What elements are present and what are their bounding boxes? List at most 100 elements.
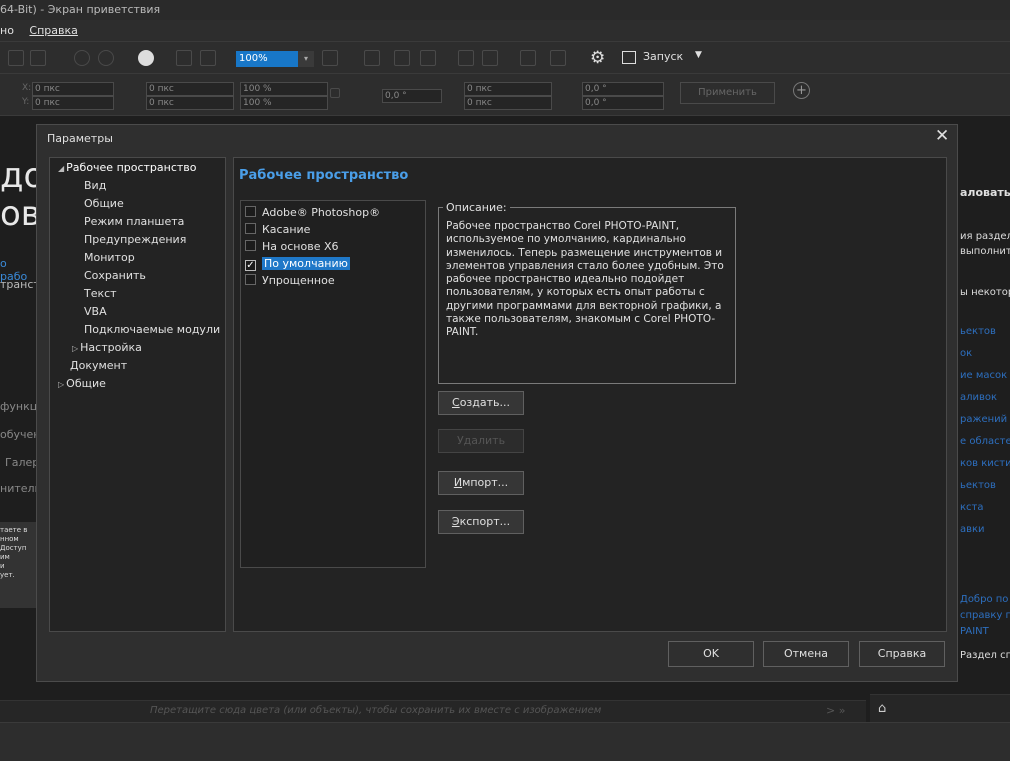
workspace-item-photoshop[interactable]: Adobe® Photoshop®	[245, 206, 380, 220]
cancel-button[interactable]: Отмена	[763, 641, 849, 667]
welcome-side-item[interactable]: функц	[0, 400, 36, 413]
chevron-down-icon[interactable]: ▼	[695, 50, 702, 60]
tree-item-save[interactable]: Сохранить	[84, 269, 146, 282]
rotation-a-input[interactable]: 0,0 °	[582, 82, 664, 96]
expand-triangle-icon[interactable]: ◢	[58, 164, 64, 173]
ok-button[interactable]: OK	[668, 641, 754, 667]
button-label: Удалить	[456, 434, 506, 447]
undo-icon[interactable]	[74, 50, 90, 66]
scale-height-input[interactable]: 100 %	[240, 96, 328, 110]
window-icon[interactable]	[550, 50, 566, 66]
apply-button[interactable]: Применить	[680, 82, 775, 104]
workspace-item-touch[interactable]: Касание	[245, 223, 310, 237]
info-line: и	[0, 562, 5, 570]
gear-icon[interactable]: ⚙	[590, 48, 605, 68]
tree-item-document[interactable]: Документ	[70, 359, 127, 372]
fit-page-icon[interactable]	[322, 50, 338, 66]
right-panel-link[interactable]: ьектов	[960, 480, 996, 491]
right-panel-link[interactable]: ков кисти	[960, 458, 1010, 469]
paste-new-icon[interactable]	[30, 50, 46, 66]
menu-item-help[interactable]: Справка	[29, 24, 77, 37]
menu-item-window[interactable]: но	[0, 24, 14, 37]
launch-button[interactable]: Запуск	[643, 50, 683, 63]
x-position-input[interactable]: 0 пкс	[32, 82, 114, 96]
scroll-right-icon[interactable]: > »	[826, 704, 845, 717]
zoom-level-input[interactable]: 100%	[236, 51, 298, 67]
right-status-area: ⌂	[870, 694, 1010, 722]
rotation-angle-input[interactable]: 0,0 °	[382, 89, 442, 103]
right-panel-link[interactable]: справку п	[960, 610, 1010, 621]
y-label: Y:	[22, 97, 30, 107]
width-input[interactable]: 0 пкс	[146, 82, 234, 96]
checkbox-checked[interactable]: ✓	[245, 260, 256, 271]
welcome-right-panel: аловать ия раздел выполнит ы некотор ьек…	[958, 116, 1010, 688]
import-icon[interactable]	[176, 50, 192, 66]
right-panel-link[interactable]: ьектов	[960, 326, 996, 337]
right-panel-link[interactable]: PAINT	[960, 626, 989, 637]
right-panel-link[interactable]: ие масок	[960, 370, 1007, 381]
checkbox[interactable]	[245, 240, 256, 251]
help-button[interactable]: Справка	[859, 641, 945, 667]
add-icon[interactable]: +	[793, 82, 810, 99]
tree-item-global[interactable]: ▷ Общие	[58, 377, 106, 390]
skew-x-input[interactable]: 0 пкс	[464, 82, 552, 96]
checkbox[interactable]	[245, 223, 256, 234]
export-button[interactable]: Экспорт...	[438, 510, 524, 534]
delete-button[interactable]: Удалить	[438, 429, 524, 453]
right-panel-link[interactable]: ок	[960, 348, 972, 359]
welcome-heading-1: доб	[0, 156, 36, 196]
tree-item-text[interactable]: Текст	[84, 287, 117, 300]
workspace-settings-panel: Рабочее пространство Adobe® Photoshop® К…	[233, 157, 947, 632]
guides-icon[interactable]	[394, 50, 410, 66]
tree-item-plugins[interactable]: Подключаемые модули	[84, 323, 220, 336]
tree-item-tablet-mode[interactable]: Режим планшета	[84, 215, 184, 228]
tree-item-monitor[interactable]: Монитор	[84, 251, 135, 264]
info-line: им	[0, 553, 10, 561]
right-panel-link[interactable]: ражений	[960, 414, 1007, 425]
layout-icon[interactable]	[520, 50, 536, 66]
object-icon[interactable]	[458, 50, 474, 66]
right-panel-link[interactable]: е областе	[960, 436, 1010, 447]
collapsed-triangle-icon[interactable]: ▷	[58, 380, 64, 389]
redo-icon[interactable]	[98, 50, 114, 66]
skew-y-input[interactable]: 0 пкс	[464, 96, 552, 110]
welcome-side-item[interactable]: Галер	[5, 456, 36, 469]
standard-toolbar: 100% ▾ ⚙ Запуск ▼	[0, 42, 1010, 74]
right-panel-link[interactable]: аливок	[960, 392, 997, 403]
collapsed-triangle-icon[interactable]: ▷	[72, 344, 78, 353]
mask-icon[interactable]	[420, 50, 436, 66]
zoom-dropdown-icon[interactable]: ▾	[298, 51, 314, 67]
close-icon[interactable]: ✕	[935, 126, 949, 146]
tree-item-view[interactable]: Вид	[84, 179, 106, 192]
scale-width-input[interactable]: 100 %	[240, 82, 328, 96]
import-button[interactable]: Импорт...	[438, 471, 524, 495]
workspace-item-default[interactable]: ✓ По умолчанию	[245, 257, 350, 271]
create-button[interactable]: Создать...	[438, 391, 524, 415]
grid-icon[interactable]	[364, 50, 380, 66]
rotation-b-input[interactable]: 0,0 °	[582, 96, 664, 110]
tree-item-customization[interactable]: ▷ Настройка	[72, 341, 142, 354]
workspace-label: На основе X6	[262, 240, 339, 253]
welcome-side-item[interactable]: нитель	[0, 482, 36, 495]
checkbox[interactable]	[245, 206, 256, 217]
home-icon[interactable]: ⌂	[878, 701, 886, 716]
x-label: X:	[22, 83, 32, 93]
tree-item-general[interactable]: Общие	[84, 197, 124, 210]
workspace-item-x6[interactable]: На основе X6	[245, 240, 339, 254]
y-position-input[interactable]: 0 пкс	[32, 96, 114, 110]
lock-ratio-icon[interactable]	[330, 88, 340, 98]
right-panel-link[interactable]: авки	[960, 524, 985, 535]
tree-item-vba[interactable]: VBA	[84, 305, 107, 318]
tree-item-workspace[interactable]: ◢ Рабочее пространство	[58, 161, 197, 174]
height-input[interactable]: 0 пкс	[146, 96, 234, 110]
paste-icon[interactable]	[8, 50, 24, 66]
workspace-item-lite[interactable]: Упрощенное	[245, 274, 335, 288]
export-icon[interactable]	[200, 50, 216, 66]
tree-item-warnings[interactable]: Предупреждения	[84, 233, 186, 246]
right-panel-link[interactable]: Добро по	[960, 594, 1008, 605]
checkbox[interactable]	[245, 274, 256, 285]
welcome-side-item[interactable]: обучен	[0, 428, 36, 441]
corel-connect-icon[interactable]	[138, 50, 154, 66]
right-panel-link[interactable]: кста	[960, 502, 984, 513]
mask-marquee-icon[interactable]	[482, 50, 498, 66]
